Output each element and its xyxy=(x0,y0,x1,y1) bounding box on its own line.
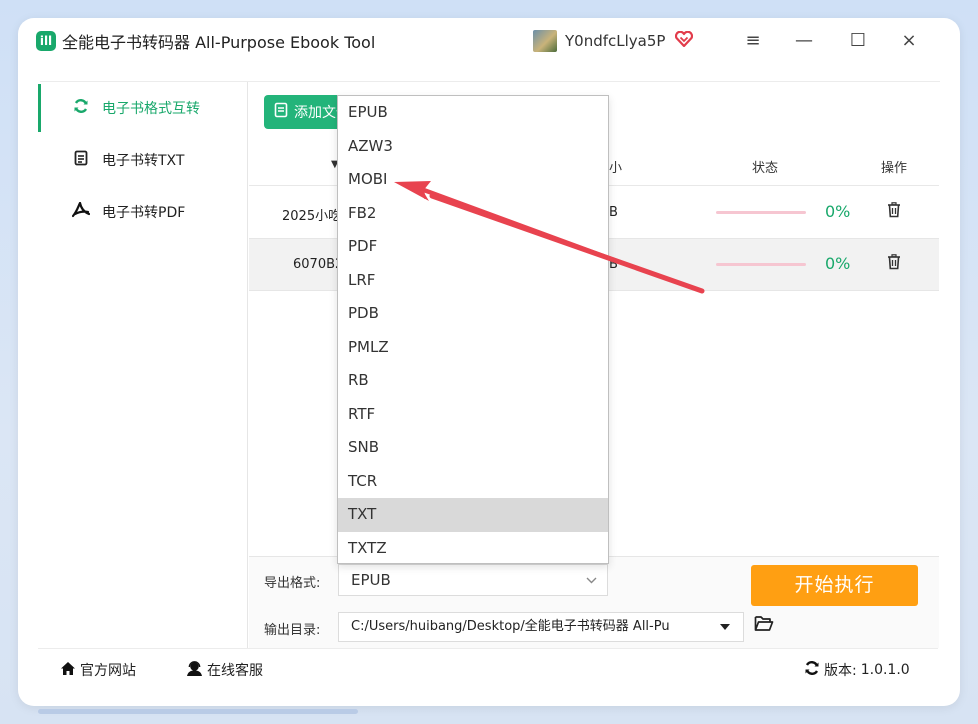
format-option-pmlz[interactable]: PMLZ xyxy=(338,331,608,365)
app-title: 全能电子书转码器 All-Purpose Ebook Tool xyxy=(62,33,376,52)
progress-text: 0% xyxy=(825,254,851,273)
file-size: B xyxy=(609,257,618,272)
user-area[interactable]: Y0ndfcLlya5P xyxy=(533,30,694,52)
sidebar: 电子书格式互转 电子书转TXT 电子书转PDF xyxy=(38,82,248,648)
official-website-label: 官方网站 xyxy=(80,663,136,679)
file-size: B xyxy=(609,205,618,220)
pdf-icon xyxy=(71,201,91,222)
version-value: 1.0.1.0 xyxy=(860,662,910,678)
version-label: 版本: xyxy=(824,663,857,679)
taskbar-strip xyxy=(38,709,358,714)
online-support-link[interactable]: 在线客服 xyxy=(186,660,263,680)
progress-text: 0% xyxy=(825,202,851,221)
start-button[interactable]: 开始执行 xyxy=(751,565,918,606)
refresh-icon xyxy=(72,98,90,118)
export-format-value: EPUB xyxy=(351,571,391,589)
output-dir-value: C:/Users/huibang/Desktop/全能电子书转码器 All-Pu xyxy=(351,619,670,634)
official-website-link[interactable]: 官方网站 xyxy=(60,660,136,680)
minimize-button[interactable]: — xyxy=(792,30,816,52)
delete-icon[interactable] xyxy=(887,202,901,222)
sidebar-item-to-txt[interactable]: 电子书转TXT xyxy=(38,134,247,186)
vip-heart-icon[interactable] xyxy=(675,30,694,51)
format-option-pdf[interactable]: PDF xyxy=(338,230,608,264)
sidebar-item-label: 电子书转TXT xyxy=(102,153,185,169)
app-logo-icon: ill xyxy=(36,31,56,51)
support-agent-icon xyxy=(186,660,203,680)
title-bar: ill 全能电子书转码器 All-Purpose Ebook Tool Y0nd… xyxy=(20,20,922,62)
progress-bar xyxy=(716,211,806,214)
output-dir-label: 输出目录: xyxy=(264,623,321,638)
online-support-label: 在线客服 xyxy=(207,663,263,679)
chevron-down-icon xyxy=(586,565,597,606)
sidebar-item-label: 电子书格式互转 xyxy=(102,101,200,117)
format-option-snb[interactable]: SNB xyxy=(338,431,608,465)
avatar[interactable] xyxy=(533,30,557,52)
format-option-azw3[interactable]: AZW3 xyxy=(338,130,608,164)
export-format-label: 导出格式: xyxy=(264,576,321,591)
sidebar-item-format-convert[interactable]: 电子书格式互转 xyxy=(38,82,247,134)
column-size: 小 xyxy=(609,161,623,176)
sidebar-item-to-pdf[interactable]: 电子书转PDF xyxy=(38,186,247,238)
home-icon xyxy=(60,661,76,680)
progress-bar xyxy=(716,263,806,266)
menu-icon[interactable]: ≡ xyxy=(741,30,765,52)
output-dir-select[interactable]: C:/Users/huibang/Desktop/全能电子书转码器 All-Pu xyxy=(338,612,744,642)
format-option-lrf[interactable]: LRF xyxy=(338,264,608,298)
column-action: 操作 xyxy=(881,161,908,176)
document-icon xyxy=(72,150,90,170)
format-option-epub[interactable]: EPUB xyxy=(338,96,608,130)
export-format-select[interactable]: EPUB xyxy=(338,564,608,596)
format-option-rb[interactable]: RB xyxy=(338,364,608,398)
format-option-pdb[interactable]: PDB xyxy=(338,297,608,331)
footer: 官方网站 在线客服 版本: 1.0.1.0 xyxy=(38,648,938,688)
column-status: 状态 xyxy=(752,161,779,176)
folder-open-icon[interactable] xyxy=(754,615,774,637)
file-name: 2025小吃 xyxy=(282,209,342,224)
username[interactable]: Y0ndfcLlya5P xyxy=(565,32,665,50)
format-option-fb2[interactable]: FB2 xyxy=(338,197,608,231)
format-option-txt[interactable]: TXT xyxy=(338,498,608,532)
caret-down-icon xyxy=(713,613,731,641)
format-option-rtf[interactable]: RTF xyxy=(338,398,608,432)
version-info: 版本: 1.0.1.0 xyxy=(804,660,910,680)
format-option-mobi[interactable]: MOBI xyxy=(338,163,608,197)
file-name: 6070B2 xyxy=(293,257,344,272)
refresh-icon xyxy=(804,660,820,680)
format-option-tcr[interactable]: TCR xyxy=(338,465,608,499)
add-file-icon xyxy=(274,102,288,122)
maximize-button[interactable]: ☐ xyxy=(846,30,870,52)
format-option-txtz[interactable]: TXTZ xyxy=(338,532,608,566)
close-button[interactable]: × xyxy=(897,30,921,52)
sidebar-item-label: 电子书转PDF xyxy=(102,205,186,221)
delete-icon[interactable] xyxy=(887,254,901,274)
format-dropdown-list[interactable]: EPUB AZW3 MOBI FB2 PDF LRF PDB PMLZ RB R… xyxy=(337,95,609,564)
